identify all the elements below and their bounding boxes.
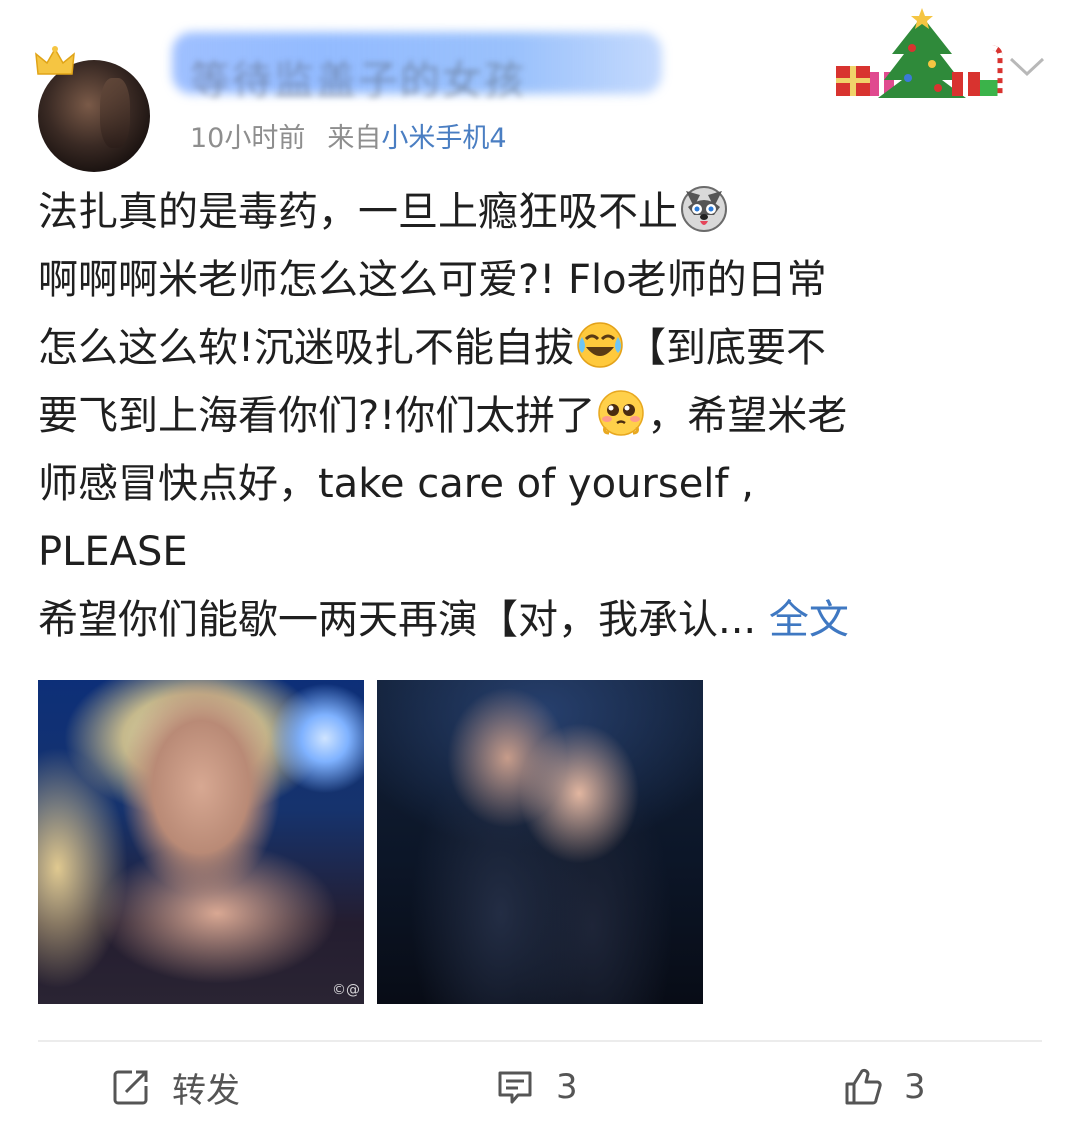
post-meta: 10小时前 来自小米手机4	[190, 116, 507, 155]
avatar[interactable]	[34, 46, 154, 172]
chevron-down-icon[interactable]	[1008, 54, 1046, 80]
pleading-emoji-icon	[598, 390, 645, 436]
repost-icon	[113, 1070, 148, 1105]
post-line: 法扎真的是毒药，一旦上瘾狂吸不止	[38, 178, 1038, 246]
like-count: 3	[904, 1067, 926, 1107]
post-line: 啊啊啊米老师怎么这么可爱?! Flo老师的日常	[38, 257, 827, 303]
laughing-crying-emoji-icon	[577, 322, 623, 368]
photo-watermark: ©@	[332, 982, 360, 998]
post-line: 怎么这么软!沉迷吸扎不能自拔 【到底要不	[38, 314, 1038, 382]
repost-label: 转发	[172, 1070, 240, 1111]
full-text-link[interactable]: 全文	[769, 597, 849, 643]
post-source[interactable]: 小米手机4	[381, 123, 506, 154]
like-button[interactable]: 3	[844, 1062, 926, 1112]
comment-button[interactable]: 3	[496, 1062, 578, 1112]
divider	[38, 1040, 1042, 1042]
post-body: 法扎真的是毒药，一旦上瘾狂吸不止 啊啊啊米老师怎么这么可爱?! Flo老师的日常…	[38, 178, 1038, 654]
thumbs-up-icon	[845, 1068, 882, 1105]
comment-icon	[498, 1071, 532, 1104]
post-photo-1[interactable]: ©@	[38, 680, 364, 1004]
crown-icon	[35, 46, 75, 75]
repost-button[interactable]: 转发	[112, 1062, 240, 1112]
username[interactable]: 等待监盖子的女孩	[190, 48, 526, 106]
post-line: 师感冒快点好，take care of yourself ,	[38, 461, 754, 507]
post-time: 10小时前	[190, 123, 306, 154]
christmas-tree-icon	[836, 8, 1003, 98]
post-line: PLEASE	[38, 529, 188, 575]
post-line: 希望你们能歇一两天再演【对，我承认... 全文	[38, 597, 849, 643]
husky-emoji-icon	[681, 186, 727, 232]
post-photo-2[interactable]	[377, 680, 703, 1004]
comment-count: 3	[556, 1067, 578, 1107]
post-line: 要飞到上海看你们?!你们太拼了 ，希望米老	[38, 382, 1038, 450]
source-prefix: 来自	[327, 123, 382, 154]
